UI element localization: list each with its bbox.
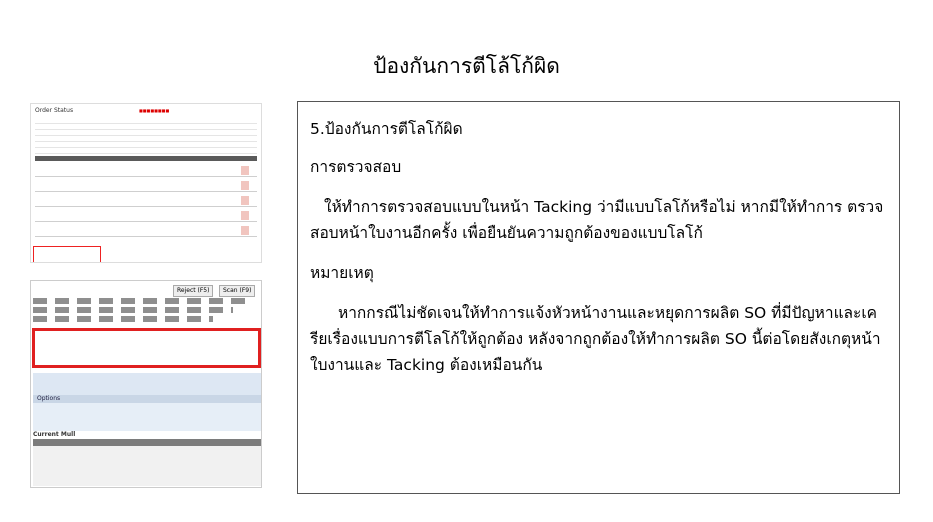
item-table-header (35, 156, 257, 161)
comments-highlight (32, 328, 261, 368)
comment-panel (33, 373, 261, 395)
slide-title: ป้องกันการตีโล้โก้ผิด (373, 54, 560, 78)
options-panel (33, 403, 261, 431)
instruction-box: 5.ป้องกันการตีโลโก้ผิด การตรวจสอบ ให้ทำก… (297, 101, 900, 494)
reject-button[interactable]: Reject (F5) (173, 285, 214, 297)
item-swatch (241, 166, 249, 175)
note-title: หมายเหตุ (310, 264, 374, 282)
options-tab[interactable]: Options (33, 395, 261, 403)
item-swatch (241, 181, 249, 190)
check-title: การตรวจสอบ (310, 158, 402, 176)
customer-info-line (33, 316, 213, 322)
part-info-line (33, 307, 233, 313)
note-body: หากกรณีไม่ชัดเจนให้ทำการแจ้งหัวหน้างานแล… (310, 304, 881, 374)
current-mull-table-body (33, 446, 261, 486)
order-info-grid (35, 118, 257, 154)
tacking-screenshot: Reject (F5) Scan (F9) Options Current Mu… (30, 280, 262, 488)
scan-button[interactable]: Scan (F9) (219, 285, 256, 297)
order-status-screenshot: Order Status ■■■■■■■■ (30, 103, 262, 263)
schedule-info-line (33, 298, 253, 304)
section-heading: 5.ป้องกันการตีโลโก้ผิด (310, 120, 463, 138)
item-swatch (241, 226, 249, 235)
item-swatch (241, 211, 249, 220)
status-red-tag: ■■■■■■■■ (139, 108, 170, 113)
highlight-box (33, 246, 101, 262)
current-mull-table-header (33, 439, 261, 446)
item-table-rows (35, 162, 257, 242)
current-mull-label: Current Mull (33, 431, 76, 438)
item-swatch (241, 196, 249, 205)
check-body: ให้ทำการตรวจสอบแบบในหน้า Tacking ว่ามีแบ… (310, 198, 884, 242)
